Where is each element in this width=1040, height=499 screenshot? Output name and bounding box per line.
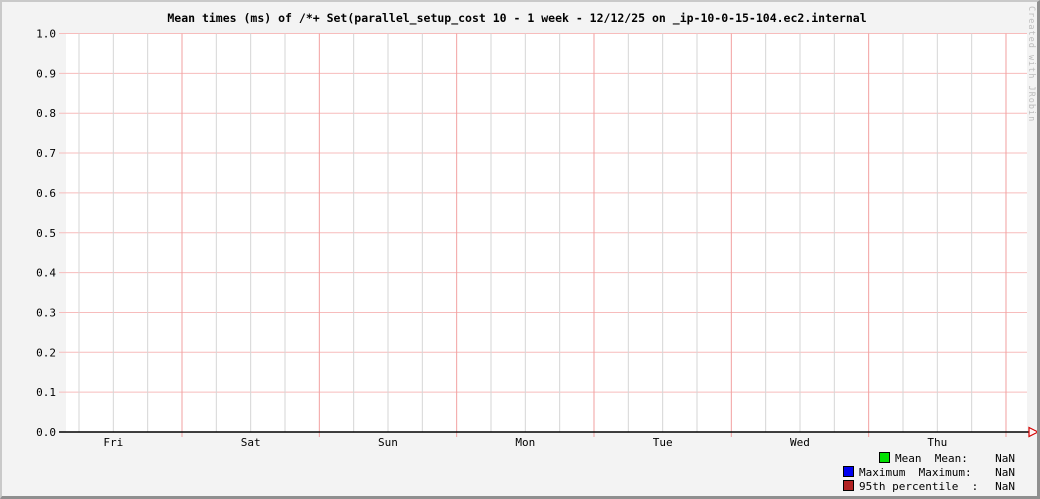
legend-series-label: Mean Mean:: [895, 452, 968, 465]
y-axis-tick-label: 0.8: [36, 107, 56, 120]
x-axis-day-label: Sun: [378, 436, 398, 449]
legend-series-value: NaN: [995, 452, 1015, 465]
y-axis-tick-label: 0.7: [36, 147, 56, 160]
y-axis-tick-label: 1.0: [36, 28, 56, 41]
legend-series-label: Maximum Maximum:: [859, 466, 972, 479]
y-axis-tick-label: 0.2: [36, 346, 56, 359]
y-axis-tick-label: 0.4: [36, 267, 56, 280]
plot-area: 0.0 0.1 0.2 0.3 0.4 0.5 0.6 0.7 0.8 0.9 1.0 Fri Sat S…: [2, 2, 1037, 496]
y-axis-tick-label: 0.5: [36, 227, 56, 240]
legend-swatch-icon: [843, 480, 854, 491]
x-axis-day-label: Sat: [241, 436, 261, 449]
y-axis-tick-label: 0.0: [36, 426, 56, 439]
x-axis-day-label: Tue: [653, 436, 673, 449]
legend-series-label: 95th percentile :: [859, 480, 978, 493]
x-axis-day-label: Thu: [927, 436, 947, 449]
x-axis-arrow-icon: [1029, 428, 1037, 437]
y-axis-tick-label: 0.1: [36, 386, 56, 399]
legend-row: Mean Mean: NaN: [879, 452, 1015, 465]
y-axis-tick-label: 0.6: [36, 187, 56, 200]
x-axis-day-label: Fri: [103, 436, 123, 449]
x-axis-day-label: Mon: [515, 436, 535, 449]
legend-row: 95th percentile : NaN: [843, 480, 1015, 493]
y-axis-tick-label: 0.9: [36, 67, 56, 80]
legend-row: Maximum Maximum: NaN: [843, 466, 1015, 479]
legend-series-value: NaN: [995, 480, 1015, 493]
legend-series-value: NaN: [995, 466, 1015, 479]
jrobin-graph: Mean times (ms) of /*+ Set(parallel_setu…: [0, 0, 1040, 499]
y-axis-tick-label: 0.3: [36, 306, 56, 319]
legend-swatch-icon: [879, 452, 890, 463]
x-axis-day-label: Wed: [790, 436, 810, 449]
legend-swatch-icon: [843, 466, 854, 477]
